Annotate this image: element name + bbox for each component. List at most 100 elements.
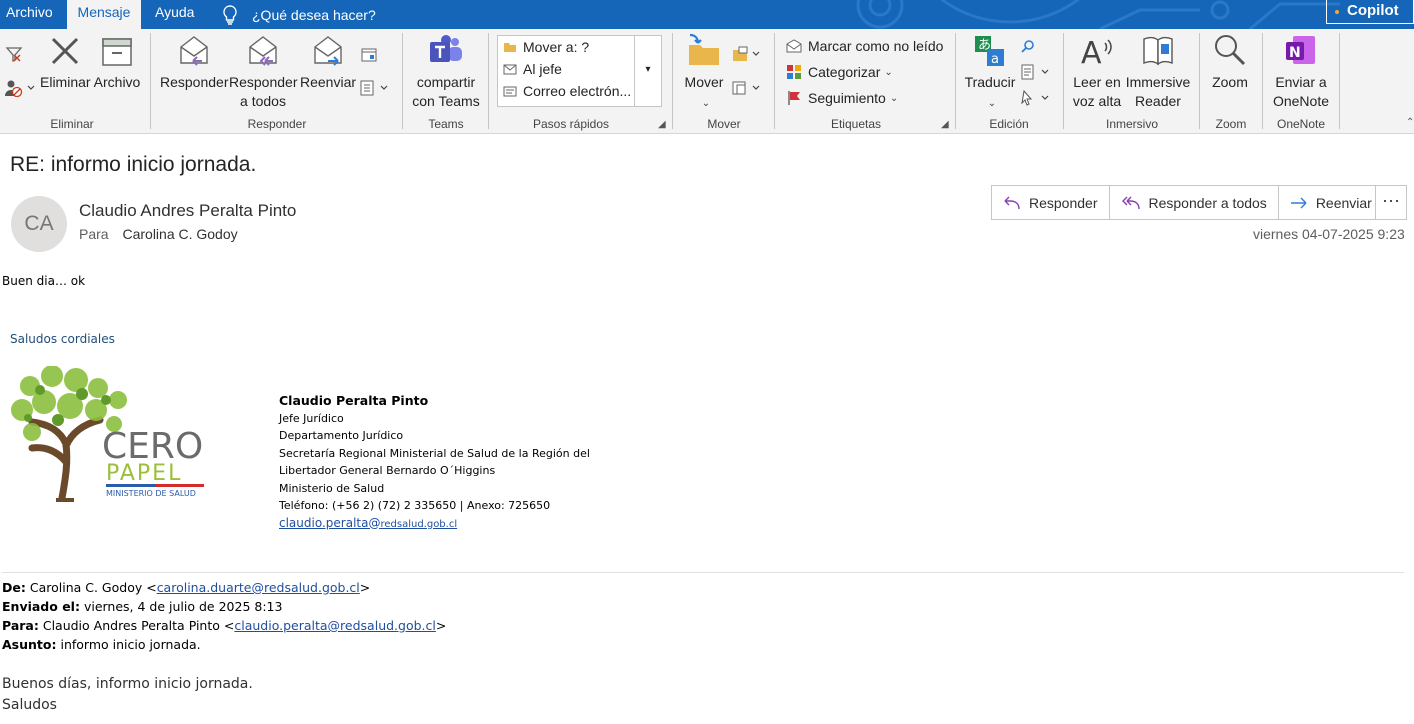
zoom-button[interactable]: Zoom	[1207, 33, 1253, 92]
tab-mensaje[interactable]: Mensaje	[67, 0, 141, 29]
immersive-reader-label2: Reader	[1135, 93, 1181, 109]
signature-department: Departamento Jurídico	[279, 429, 404, 442]
group-move-label: Mover	[707, 117, 741, 131]
reply-all-mail-icon	[249, 36, 277, 66]
collapse-ribbon-icon[interactable]: ⌃	[1406, 117, 1414, 128]
forward-arrow-icon	[1290, 197, 1307, 208]
delete-x-icon	[51, 37, 79, 65]
more-respond-icon[interactable]	[359, 79, 391, 97]
related-icon[interactable]	[1020, 63, 1052, 81]
message-date: viernes 04-07-2025 9:23	[1253, 226, 1405, 242]
immersive-reader-label1: Immersive	[1125, 74, 1191, 90]
tab-bar: Archivo Mensaje Ayuda ¿Qué desea hacer? …	[0, 0, 1414, 29]
ribbon-reply-button[interactable]: Responder	[160, 33, 229, 92]
move-button[interactable]: Mover ⌄	[680, 33, 728, 113]
mark-unread-label: Marcar como no leído	[808, 38, 944, 54]
quoted-from-email[interactable]: carolina.duarte@redsalud.gob.cl	[157, 580, 360, 595]
follow-up-button[interactable]: Seguimiento ⌄	[786, 90, 898, 106]
tell-me-search[interactable]: ¿Qué desea hacer?	[222, 0, 376, 29]
envelope-open-icon	[786, 39, 802, 53]
recipient-row: Para Carolina C. Godoy	[79, 226, 238, 242]
archive-icon	[102, 38, 132, 66]
share-teams-button[interactable]: compartir con Teams	[410, 33, 482, 111]
group-teams-label: Teams	[428, 117, 464, 131]
immersive-reader-button[interactable]: Immersive Reader	[1125, 33, 1191, 111]
read-aloud-label2: voz alta	[1072, 93, 1122, 109]
delete-button[interactable]: Eliminar	[40, 33, 91, 92]
meeting-reply-icon[interactable]	[361, 47, 379, 63]
mark-unread-button[interactable]: Marcar como no leído	[786, 38, 943, 54]
signature-email-link[interactable]: claudio.peralta@redsalud.gob.cl	[279, 516, 457, 530]
categorize-caret-icon: ⌄	[884, 66, 893, 78]
quick-step-boss[interactable]: Al jefe	[503, 61, 562, 77]
ribbon: Eliminar Archivo Eliminar Responder Resp…	[0, 29, 1414, 134]
signature-ministry: Ministerio de Salud	[279, 481, 385, 495]
translate-button[interactable]: あa Traducir ⌄	[962, 33, 1018, 113]
svg-text:a: a	[991, 52, 999, 67]
share-teams-label1: compartir	[416, 74, 476, 90]
onenote-icon: N	[1286, 36, 1315, 64]
quick-steps-launcher-icon[interactable]: ◢	[658, 119, 666, 130]
select-icon[interactable]	[1020, 89, 1052, 107]
group-onenote-label: OneNote	[1276, 117, 1326, 131]
quoted-sent-value: viernes, 4 de julio de 2025 8:13	[83, 599, 283, 614]
ribbon-forward-button[interactable]: Reenviar	[299, 33, 357, 92]
more-actions-button[interactable]: ···	[1375, 185, 1407, 220]
quick-step-email[interactable]: Correo electrón...	[503, 83, 631, 99]
tab-ayuda[interactable]: Ayuda	[149, 0, 200, 29]
signature-title: Jefe Jurídico	[279, 411, 344, 425]
ribbon-reply-all-button[interactable]: Responder a todos	[229, 33, 298, 111]
signature-email-domain: redsalud.gob.cl	[380, 518, 458, 530]
separator	[774, 33, 775, 129]
reply-all-button[interactable]: Responder a todos	[1110, 186, 1279, 219]
quick-step-boss-label: Al jefe	[523, 61, 562, 77]
sender-name[interactable]: Claudio Andres Peralta Pinto	[79, 201, 296, 221]
quoted-subject-value: informo inicio jornada.	[60, 637, 201, 652]
quick-step-move[interactable]: Mover a: ?	[503, 39, 589, 55]
rules-icon[interactable]	[731, 45, 763, 63]
tags-launcher-icon[interactable]: ◢	[941, 119, 949, 130]
quoted-to-email[interactable]: claudio.peralta@redsalud.gob.cl	[234, 618, 436, 633]
forward-mail-icon	[314, 36, 342, 66]
quoted-to-name: Claudio Andres Peralta Pinto <	[42, 618, 235, 633]
recipient-name[interactable]: Carolina C. Godoy	[122, 226, 237, 242]
find-icon[interactable]	[1020, 39, 1036, 55]
zoom-label: Zoom	[1212, 74, 1248, 90]
categorize-button[interactable]: Categorizar ⌄	[786, 64, 893, 80]
ignore-icon[interactable]	[4, 45, 24, 63]
read-aloud-button[interactable]: A Leer en voz alta	[1070, 33, 1124, 111]
tab-archivo[interactable]: Archivo	[0, 0, 59, 29]
cleanup-icon[interactable]	[4, 79, 36, 97]
ribbon-forward-label: Reenviar	[299, 74, 357, 90]
signature-email-user: claudio.peralta@	[279, 515, 381, 530]
quoted-sent-row: Enviado el: viernes, 4 de julio de 2025 …	[2, 599, 282, 614]
quoted-from-end: >	[359, 580, 371, 595]
signature-phone: Teléfono: (+56 2) (72) 2 335650 | Anexo:…	[279, 499, 551, 512]
send-onenote-button[interactable]: N Enviar a OneNote	[1268, 33, 1334, 111]
group-edit-label: Edición	[989, 117, 1029, 131]
copilot-button[interactable]: Copilot	[1326, 0, 1414, 24]
avatar[interactable]: CA	[11, 196, 67, 252]
immersive-reader-icon	[1143, 36, 1173, 66]
delete-label: Eliminar	[40, 74, 91, 90]
quoted-body-line1: Buenos días, informo inicio jornada.	[2, 676, 253, 692]
ribbon-reply-all-label2: a todos	[240, 93, 286, 109]
categorize-icon	[787, 65, 801, 79]
read-aloud-icon: A	[1081, 36, 1112, 69]
quick-steps-more-button[interactable]: ▾	[634, 35, 662, 107]
separator	[1339, 33, 1340, 129]
teams-icon	[430, 35, 462, 62]
quoted-sent-label: Enviado el:	[2, 599, 80, 614]
signature-block: Claudio Peralta Pinto Jefe Jurídico Depa…	[279, 392, 590, 533]
group-eliminar-label: Eliminar	[50, 117, 94, 131]
separator	[1262, 33, 1263, 129]
send-onenote-label1: Enviar a	[1275, 74, 1327, 90]
lightbulb-icon	[223, 4, 237, 25]
body-closing: Saludos cordiales	[10, 332, 115, 346]
follow-up-label: Seguimiento	[808, 90, 886, 106]
forward-button[interactable]: Reenviar	[1279, 186, 1383, 219]
archive-button[interactable]: Archivo	[93, 33, 141, 92]
send-onenote-label2: OneNote	[1272, 93, 1330, 109]
reply-button[interactable]: Responder	[992, 186, 1110, 219]
onenote-move-icon[interactable]	[731, 79, 763, 97]
